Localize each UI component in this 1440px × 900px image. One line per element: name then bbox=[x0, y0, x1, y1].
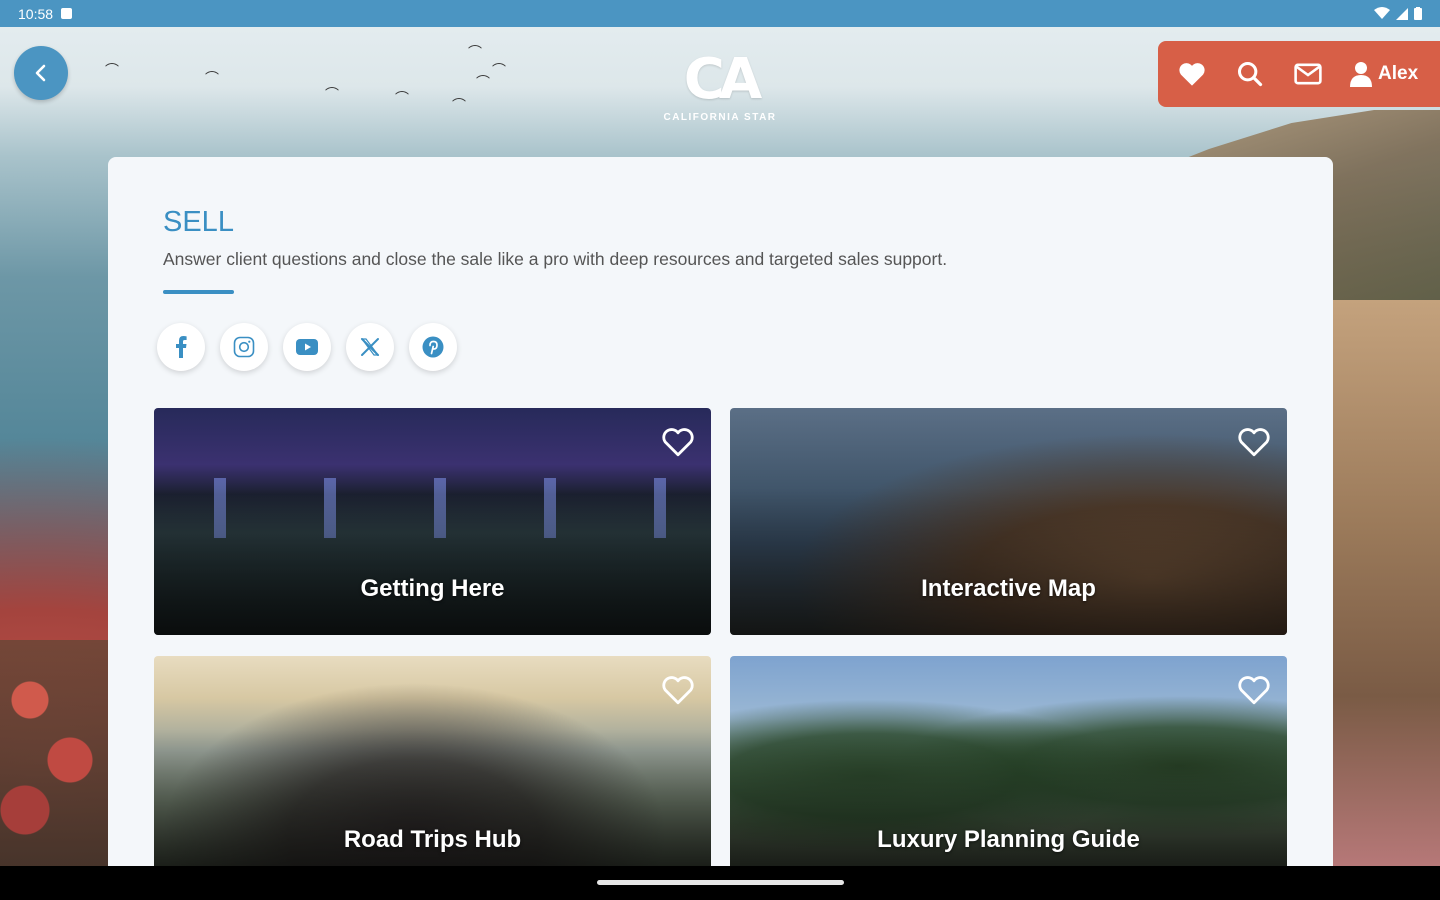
bird-icon: ⌒ bbox=[325, 86, 339, 102]
header-actions: Alex bbox=[1158, 41, 1440, 107]
brand-logo[interactable]: CA CALIFORNIA STAR bbox=[655, 47, 785, 124]
bird-icon: ⌒ bbox=[395, 90, 409, 106]
home-gesture-handle[interactable] bbox=[597, 880, 844, 885]
page-title: SELL bbox=[163, 206, 234, 238]
account-name: Alex bbox=[1378, 63, 1419, 84]
instagram-icon bbox=[233, 336, 255, 358]
heart-icon bbox=[1179, 63, 1205, 86]
battery-icon bbox=[1414, 7, 1422, 20]
favorites-button[interactable] bbox=[1176, 58, 1208, 90]
facebook-icon bbox=[176, 336, 187, 358]
pinterest-button[interactable] bbox=[409, 323, 457, 371]
social-links bbox=[157, 323, 457, 371]
background-flowers bbox=[0, 640, 110, 866]
signal-icon bbox=[1396, 7, 1408, 20]
x-button[interactable] bbox=[346, 323, 394, 371]
x-icon bbox=[360, 338, 380, 356]
user-icon bbox=[1350, 62, 1372, 87]
pinterest-icon bbox=[422, 336, 444, 358]
tile-label: Interactive Map bbox=[921, 575, 1096, 602]
back-button[interactable] bbox=[14, 46, 68, 100]
chevron-left-icon bbox=[35, 64, 46, 82]
heart-outline-icon[interactable] bbox=[661, 426, 695, 458]
wifi-icon bbox=[1374, 7, 1390, 19]
tile-interactive-map[interactable]: Interactive Map bbox=[730, 408, 1287, 635]
messages-button[interactable] bbox=[1292, 58, 1324, 90]
tile-road-trips-hub[interactable]: Road Trips Hub bbox=[154, 656, 711, 866]
tile-label: Road Trips Hub bbox=[343, 826, 522, 853]
facebook-button[interactable] bbox=[157, 323, 205, 371]
bird-icon: ⌒ bbox=[492, 62, 506, 78]
main-card: SELL Answer client questions and close t… bbox=[108, 157, 1333, 866]
logo-mark: CA bbox=[683, 47, 762, 112]
heart-outline-icon[interactable] bbox=[1237, 426, 1271, 458]
page-description: Answer client questions and close the sa… bbox=[163, 249, 948, 269]
notification-icon bbox=[61, 8, 73, 19]
instagram-button[interactable] bbox=[220, 323, 268, 371]
heart-outline-icon[interactable] bbox=[661, 674, 695, 706]
title-underline bbox=[163, 290, 234, 294]
search-button[interactable] bbox=[1234, 58, 1266, 90]
tile-luxury-planning-guide[interactable]: Luxury Planning Guide bbox=[730, 656, 1287, 866]
bird-icon: ⌒ bbox=[452, 97, 466, 113]
tile-label: Getting Here bbox=[360, 575, 505, 602]
bird-icon: ⌒ bbox=[205, 70, 219, 86]
youtube-button[interactable] bbox=[283, 323, 331, 371]
tile-getting-here[interactable]: Getting Here bbox=[154, 408, 711, 635]
heart-outline-icon[interactable] bbox=[1237, 674, 1271, 706]
bird-icon: ⌒ bbox=[468, 44, 482, 60]
system-nav-bar bbox=[0, 866, 1440, 900]
bird-icon: ⌒ bbox=[476, 74, 490, 90]
account-button[interactable]: Alex bbox=[1350, 61, 1418, 87]
status-time: 10:58 bbox=[18, 5, 54, 22]
background-cliff bbox=[1320, 300, 1440, 866]
bird-icon: ⌒ bbox=[105, 62, 119, 78]
mail-icon bbox=[1294, 63, 1322, 85]
youtube-icon bbox=[296, 339, 318, 355]
logo-subtitle: CALIFORNIA STAR bbox=[663, 112, 777, 123]
status-bar: 10:58 bbox=[0, 0, 1440, 27]
search-icon bbox=[1237, 61, 1263, 87]
tile-label: Luxury Planning Guide bbox=[877, 826, 1140, 853]
